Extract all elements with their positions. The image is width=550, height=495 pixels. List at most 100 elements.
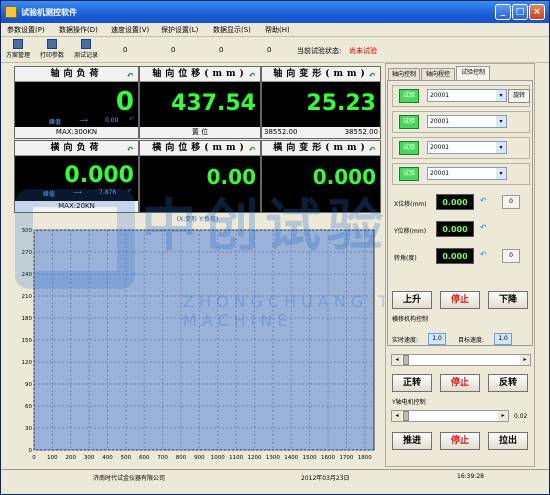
menu-help[interactable]: 帮助(H) bbox=[265, 25, 290, 35]
menu-params[interactable]: 参数设置(P) bbox=[7, 25, 45, 35]
slider-left-arrow[interactable]: ◂ bbox=[392, 355, 402, 365]
lower-button[interactable]: 下降 bbox=[488, 291, 528, 309]
y-motor-label: Y轴电机控制 bbox=[392, 399, 426, 406]
chevron-down-icon: ▾ bbox=[496, 116, 506, 127]
maximize-button[interactable]: □ bbox=[512, 4, 528, 20]
app-window: 试验机测控软件 _ □ × 参数设置(P) 数据操作(D) 速度设置(V) 保护… bbox=[0, 0, 550, 495]
horizontal-speed-slider[interactable]: ◂ ▸ bbox=[391, 354, 531, 366]
chevron-down-icon: ▾ bbox=[496, 90, 506, 101]
x-shift-input[interactable]: 0 bbox=[502, 195, 520, 209]
y-shift-value: 0.000 bbox=[436, 221, 474, 237]
x-tick-label: 1500 bbox=[303, 455, 317, 461]
menu-speed[interactable]: 速度设置(V) bbox=[111, 25, 149, 35]
reset-icon[interactable]: ↶ bbox=[126, 143, 134, 158]
axial-peak-value: 0.00 bbox=[105, 117, 119, 124]
transverse-position-title-text: 横向位移(mm) bbox=[152, 143, 248, 153]
test-button-4[interactable]: 试验 bbox=[399, 167, 419, 181]
reset-icon[interactable]: ↶ bbox=[126, 69, 134, 84]
x-tick-label: 1400 bbox=[284, 455, 298, 461]
axial-def-left: 38552.00 bbox=[264, 128, 298, 136]
y-tick-label: 0 bbox=[29, 448, 33, 454]
y-motor-slider[interactable]: ◂ ▸ bbox=[391, 410, 509, 422]
y-tick-label: 120 bbox=[22, 360, 33, 366]
reset-icon[interactable]: ↶ bbox=[248, 143, 256, 158]
target-speed-label: 目标速度: bbox=[458, 337, 485, 344]
menu-data[interactable]: 数据操作(D) bbox=[59, 25, 98, 35]
axial-deformation-panel: 轴向变形(mm) ↶ 25.23 38552.00 38552.00 bbox=[261, 66, 381, 139]
axial-peak-label: 峰值 bbox=[49, 119, 62, 126]
y-tick-label: 90 bbox=[25, 382, 32, 388]
horizontal-control-label: 横移机构控制 bbox=[392, 316, 429, 323]
peak-reset-icon[interactable]: ↶ bbox=[129, 116, 134, 123]
record-button[interactable]: 测试记录 bbox=[71, 39, 101, 61]
x-shift-reset-icon[interactable]: ↶ bbox=[480, 196, 487, 205]
slider-right-arrow[interactable]: ▸ bbox=[520, 355, 530, 365]
menu-display[interactable]: 数据显示(S) bbox=[213, 25, 251, 35]
tab-axial-control[interactable]: 轴向控制 bbox=[388, 68, 420, 80]
window-title: 试验机测控软件 bbox=[21, 8, 77, 17]
scheme-button[interactable]: 方案管理 bbox=[3, 39, 33, 61]
reset-icon[interactable]: ↶ bbox=[368, 143, 376, 158]
push-button[interactable]: 推进 bbox=[392, 432, 432, 450]
angle-reset-icon[interactable]: ↶ bbox=[480, 250, 487, 259]
x-tick-label: 1700 bbox=[339, 455, 353, 461]
reverse-rotate-button[interactable]: 反转 bbox=[488, 374, 528, 392]
control-group-4: 试验 20001 ▾ bbox=[392, 163, 530, 185]
record-label: 测试记录 bbox=[73, 52, 98, 59]
channel-select-4-value: 20001 bbox=[430, 170, 450, 177]
axial-def-right: 38552.00 bbox=[344, 128, 378, 136]
angle-label: 转角(度) bbox=[394, 255, 417, 262]
reset-icon[interactable]: ↶ bbox=[368, 69, 376, 84]
rotate-button[interactable]: 旋转 bbox=[508, 89, 530, 103]
y-shift-reset-icon[interactable]: ↶ bbox=[480, 223, 487, 232]
toolbar: 方案管理 打印参数 测试记录 0 0 0 0 当前试验状态: 尚未试验 bbox=[1, 37, 549, 63]
stop-button-rotate[interactable]: 停止 bbox=[440, 374, 480, 392]
transverse-deformation-title-text: 横向变形(mm) bbox=[273, 143, 369, 153]
tab-test-control[interactable]: 试验控制 bbox=[456, 66, 490, 80]
axial-deformation-title-text: 轴向变形(mm) bbox=[273, 69, 369, 79]
stop-button-push[interactable]: 停止 bbox=[440, 432, 480, 450]
angle-input[interactable]: 0 bbox=[502, 249, 520, 263]
menu-protect[interactable]: 保护设置(L) bbox=[161, 25, 198, 35]
y-tick-label: 30 bbox=[25, 426, 32, 432]
record-icon bbox=[81, 39, 91, 49]
channel-select-1[interactable]: 20001 ▾ bbox=[427, 89, 507, 102]
axial-position-zero-button[interactable]: 置 位 bbox=[140, 127, 260, 138]
reset-icon[interactable]: ↶ bbox=[248, 69, 256, 84]
stop-button-axial[interactable]: 停止 bbox=[440, 291, 480, 309]
pull-button[interactable]: 拉出 bbox=[488, 432, 528, 450]
forward-rotate-button[interactable]: 正转 bbox=[392, 374, 432, 392]
axial-load-value: 0 bbox=[115, 87, 134, 117]
test-button-2[interactable]: 试验 bbox=[399, 115, 419, 129]
slider-left-arrow[interactable]: ◂ bbox=[392, 411, 402, 421]
target-speed-value[interactable]: 1.0 bbox=[494, 333, 512, 345]
print-button[interactable]: 打印参数 bbox=[37, 39, 67, 61]
channel-select-4[interactable]: 20001 ▾ bbox=[427, 167, 507, 180]
transverse-position-title: 横向位移(mm) ↶ bbox=[140, 141, 260, 156]
slider-thumb[interactable] bbox=[403, 355, 409, 365]
channel-select-2[interactable]: 20001 ▾ bbox=[427, 115, 507, 128]
raise-button[interactable]: 上升 bbox=[392, 291, 432, 309]
slider-thumb[interactable] bbox=[403, 411, 409, 421]
tab-axial-program[interactable]: 轴向程控 bbox=[421, 68, 455, 80]
close-button[interactable]: × bbox=[529, 4, 545, 20]
toolbar-value-3: 0 bbox=[219, 46, 224, 54]
test-status-value: 尚未试验 bbox=[349, 47, 377, 55]
y-tick-label: 210 bbox=[22, 294, 33, 300]
title-bar: 试验机测控软件 _ □ × bbox=[1, 1, 549, 23]
control-group-3: 试验 20001 ▾ bbox=[392, 137, 530, 159]
scheme-label: 方案管理 bbox=[5, 52, 30, 59]
y-shift-label: Y位移(mm) bbox=[394, 228, 427, 235]
axial-deformation-footer: 38552.00 38552.00 bbox=[262, 127, 380, 138]
slider-right-arrow[interactable]: ▸ bbox=[498, 411, 508, 421]
menu-bar: 参数设置(P) 数据操作(D) 速度设置(V) 保护设置(L) 数据显示(S) … bbox=[1, 23, 549, 37]
test-button-3[interactable]: 试验 bbox=[399, 141, 419, 155]
x-tick-label: 200 bbox=[66, 455, 77, 461]
company-name: 济南时代试金仪器有限公司 bbox=[93, 475, 166, 482]
y-tick-label: 60 bbox=[25, 404, 32, 410]
minimize-button[interactable]: _ bbox=[495, 4, 511, 20]
axial-load-max: MAX:300KN bbox=[15, 127, 138, 138]
channel-select-3[interactable]: 20001 ▾ bbox=[427, 141, 507, 154]
status-date: 2012年03月23日 bbox=[301, 475, 350, 482]
test-button-1[interactable]: 试验 bbox=[399, 89, 419, 103]
